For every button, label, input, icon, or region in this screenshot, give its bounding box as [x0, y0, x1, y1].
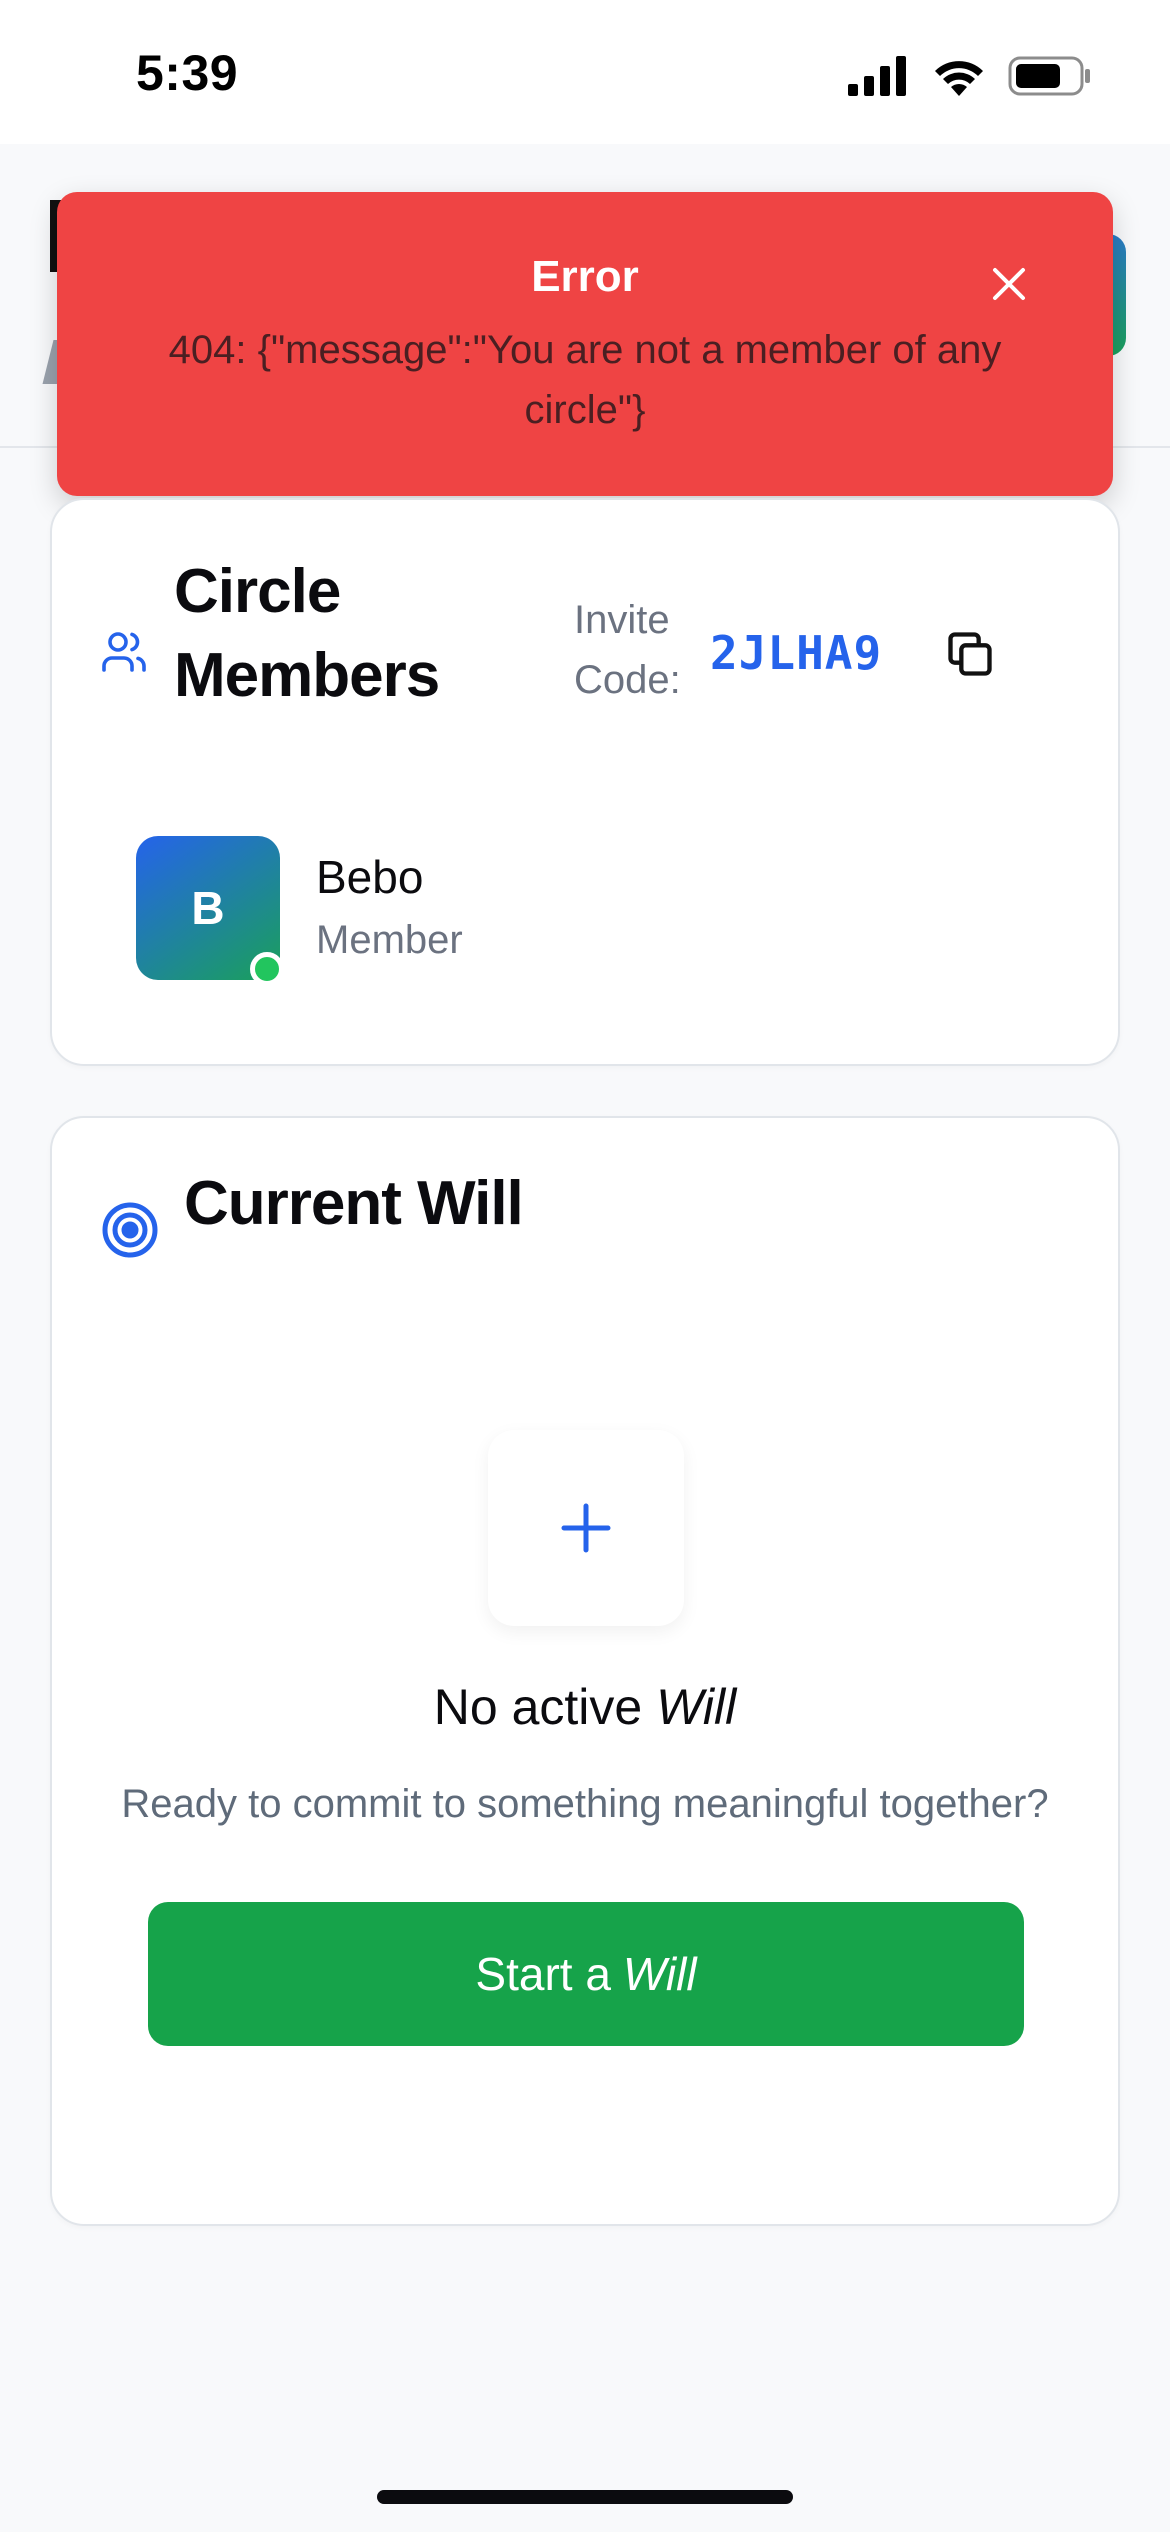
online-status-dot [250, 952, 284, 986]
add-will-button[interactable] [488, 1430, 684, 1626]
circle-members-card: Circle Members Invite Code: 2JLHA9 B Beb… [50, 498, 1120, 1066]
status-icons [848, 56, 1092, 96]
empty-title-prefix: No active [433, 1679, 643, 1735]
empty-state-title: No active Will [52, 1678, 1118, 1736]
members-title: Circle Members [174, 557, 440, 710]
current-will-card: Current Will No active Will Ready to com… [50, 1116, 1120, 2226]
cellular-signal-icon [848, 56, 906, 96]
invite-code[interactable]: 2JLHA9 [710, 626, 882, 680]
start-will-button[interactable]: Start a Will [148, 1902, 1024, 2046]
start-button-emphasis: Will [622, 1948, 697, 2000]
copy-icon[interactable] [944, 628, 996, 680]
member-name: Bebo [316, 851, 424, 903]
app-screen: 5:39 Error 404: {"message":"You are not … [0, 0, 1170, 2532]
will-title: Current Will [184, 1169, 524, 1238]
plus-icon [561, 1503, 611, 1553]
invite-code-label: Invite Code: [574, 598, 681, 702]
start-button-prefix: Start a [475, 1948, 611, 2000]
wifi-icon [935, 61, 983, 96]
status-time: 5:39 [136, 45, 239, 101]
status-bar: 5:39 [0, 0, 1170, 144]
users-icon [102, 632, 146, 672]
close-icon[interactable] [987, 262, 1031, 306]
toast-message: 404: {"message":"You are not a member of… [168, 328, 1002, 432]
empty-state-subtitle: Ready to commit to something meaningful … [121, 1782, 1049, 1826]
battery-icon [1008, 56, 1090, 96]
home-indicator [377, 2490, 793, 2504]
member-role: Member [316, 918, 463, 962]
empty-title-emphasis: Will [656, 1679, 737, 1735]
target-icon [102, 1202, 158, 1258]
error-toast: Error 404: {"message":"You are not a mem… [57, 192, 1113, 496]
toast-title: Error [531, 252, 639, 301]
